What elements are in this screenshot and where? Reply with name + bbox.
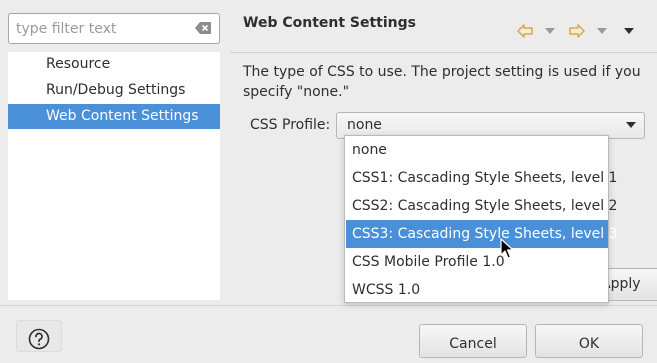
chevron-down-icon: [626, 122, 636, 128]
css-profile-dropdown-list: none CSS1: Cascading Style Sheets, level…: [344, 135, 617, 304]
preference-tree-pane: Resource Run/Debug Settings Web Content …: [0, 0, 230, 305]
dropdown-option-css2[interactable]: CSS2: Cascading Style Sheets, level 2: [346, 192, 617, 220]
profile-description: The type of CSS to use. The project sett…: [243, 64, 641, 100]
tree-item-resource[interactable]: Resource: [8, 52, 220, 77]
filter-field[interactable]: [8, 13, 220, 44]
forward-arrow-icon[interactable]: [567, 20, 587, 42]
mouse-cursor-icon: [500, 238, 514, 259]
page-title: Web Content Settings: [243, 15, 416, 31]
help-button[interactable]: [16, 320, 62, 352]
dropdown-option-css3[interactable]: CSS3: Cascading Style Sheets, level 3: [346, 220, 617, 248]
dropdown-option-css1[interactable]: CSS1: Cascading Style Sheets, level 1: [346, 164, 617, 192]
dropdown-option-wcss[interactable]: WCSS 1.0: [346, 276, 608, 304]
help-icon: [28, 328, 50, 350]
clear-text-icon[interactable]: [195, 22, 211, 34]
tree-item-web-content-settings[interactable]: Web Content Settings: [8, 104, 220, 129]
dropdown-option-none[interactable]: none: [346, 136, 608, 164]
cancel-button[interactable]: Cancel: [419, 324, 527, 358]
ok-button[interactable]: OK: [535, 324, 643, 358]
page-header: Web Content Settings: [230, 0, 657, 53]
view-menu-icon[interactable]: [621, 20, 637, 42]
css-profile-label: CSS Profile:: [250, 117, 331, 133]
css-profile-selected-value: none: [347, 117, 382, 133]
tree-item-run-debug-settings[interactable]: Run/Debug Settings: [8, 78, 220, 103]
filter-input[interactable]: [16, 19, 186, 39]
back-arrow-icon[interactable]: [515, 20, 535, 42]
forward-menu-icon[interactable]: [594, 20, 610, 42]
preference-tree: Resource Run/Debug Settings Web Content …: [8, 52, 220, 300]
dropdown-option-css-mobile[interactable]: CSS Mobile Profile 1.0: [346, 248, 608, 276]
dialog-button-bar: Cancel OK: [0, 305, 657, 358]
back-menu-icon[interactable]: [542, 20, 558, 42]
